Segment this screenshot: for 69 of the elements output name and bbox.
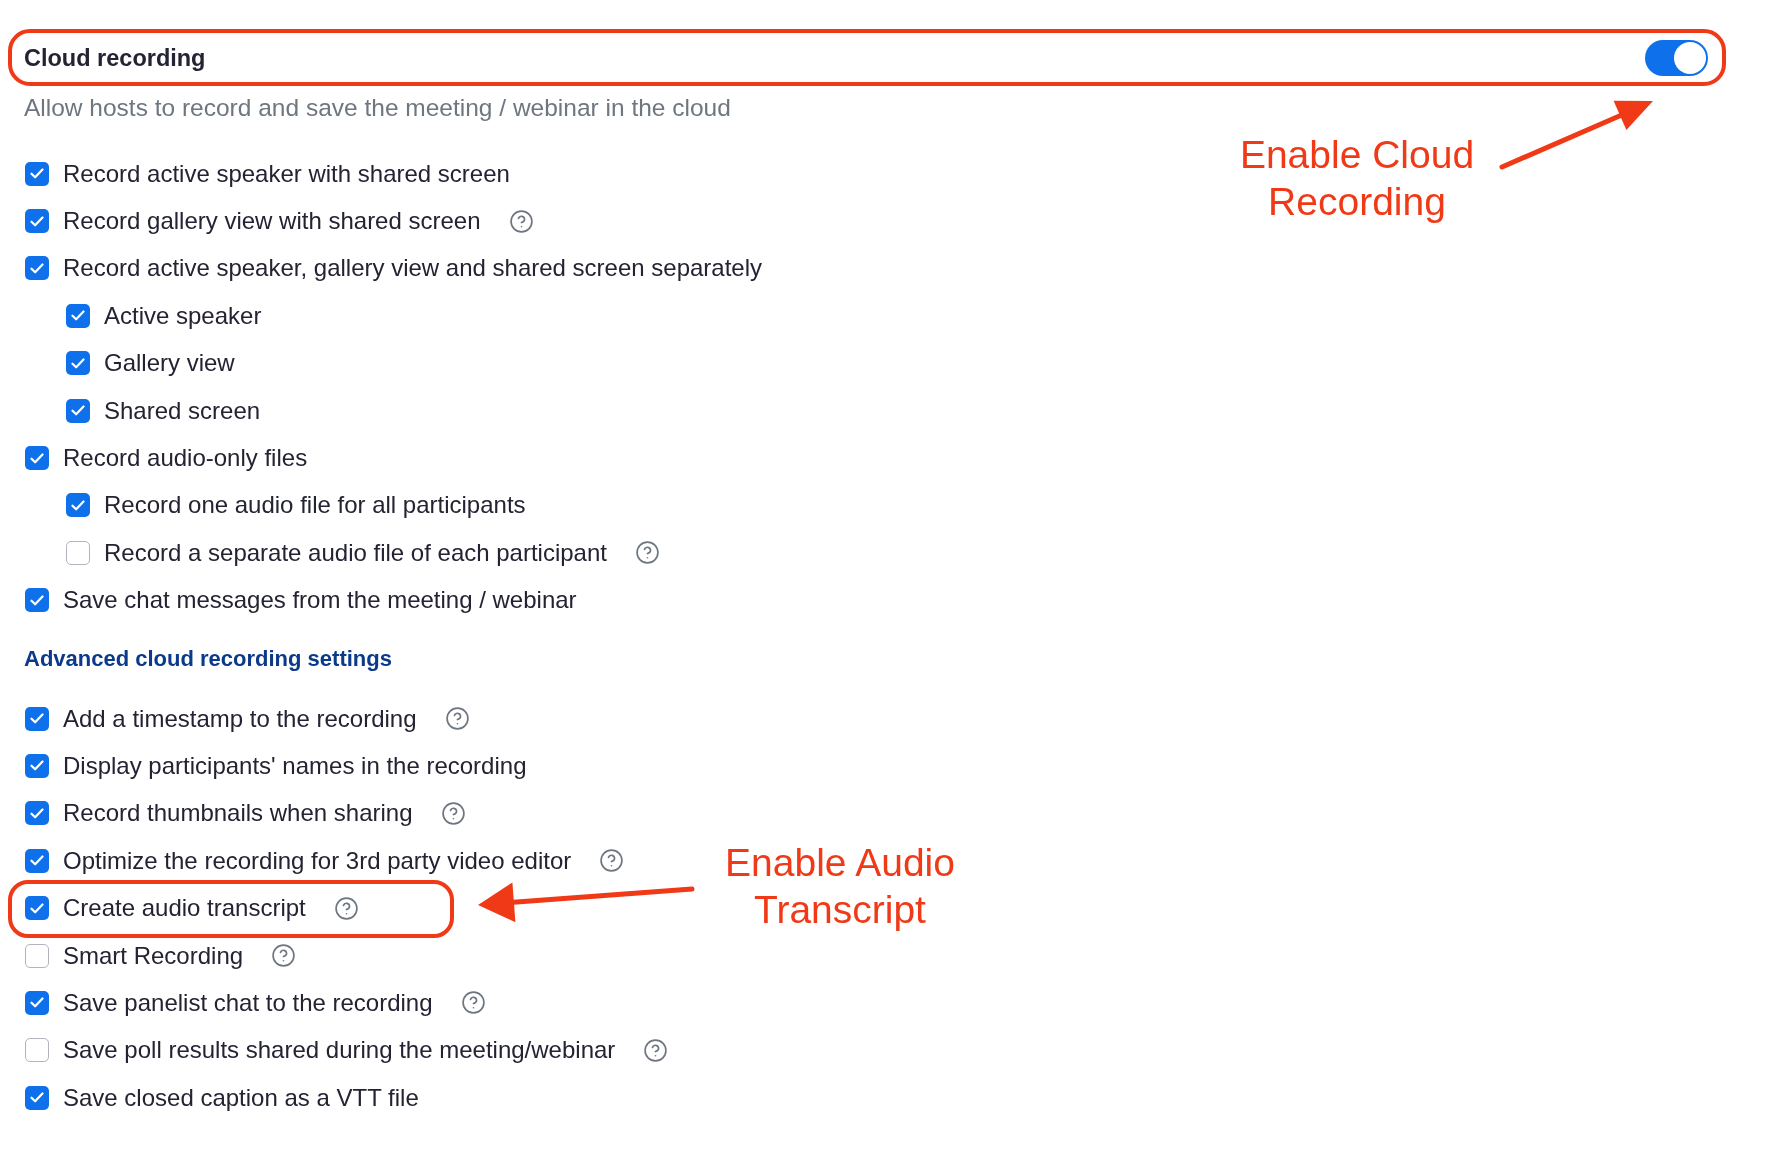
- toggle-switch[interactable]: [1645, 39, 1708, 76]
- help-icon[interactable]: [271, 943, 297, 969]
- checkbox[interactable]: [66, 493, 90, 518]
- checkbox[interactable]: [66, 398, 90, 423]
- check-icon: [30, 262, 44, 274]
- checkbox[interactable]: [25, 161, 49, 186]
- check-icon: [30, 168, 44, 180]
- checkbox[interactable]: [25, 706, 49, 731]
- option-label: Optimize the recording for 3rd party video editor: [63, 845, 572, 876]
- option-label: Create audio transcript: [63, 893, 306, 924]
- option-label: Shared screen: [104, 395, 261, 426]
- checkbox[interactable]: [25, 896, 49, 921]
- annotation-text: Enable Cloud Recording: [1238, 132, 1476, 225]
- option-label: Save poll results shared during the meeting/webinar: [63, 1035, 616, 1066]
- check-icon: [30, 1092, 44, 1104]
- option-label: Record gallery view with shared screen: [63, 206, 481, 237]
- checkbox[interactable]: [25, 209, 49, 234]
- check-icon: [30, 215, 44, 227]
- checkbox[interactable]: [25, 801, 49, 826]
- check-icon: [71, 405, 85, 417]
- check-icon: [71, 499, 85, 511]
- setting-description: Allow hosts to record and save the meeting / webinar in the cloud: [24, 94, 731, 122]
- check-icon: [30, 997, 44, 1009]
- option-label: Record a separate audio file of each participant: [104, 537, 607, 568]
- help-icon[interactable]: [635, 540, 660, 566]
- option-label: Save panelist chat to the recording: [63, 987, 433, 1018]
- help-icon[interactable]: [643, 1037, 669, 1063]
- check-icon: [30, 452, 44, 464]
- check-icon: [71, 310, 85, 322]
- checkbox[interactable]: [25, 256, 49, 281]
- checkbox[interactable]: [66, 351, 90, 376]
- option-label: Gallery view: [104, 348, 235, 379]
- check-icon: [30, 760, 44, 772]
- help-icon[interactable]: [444, 706, 470, 732]
- option-label: Save closed caption as a VTT file: [63, 1082, 419, 1113]
- help-icon[interactable]: [599, 848, 625, 874]
- checkbox[interactable]: [25, 943, 49, 968]
- help-icon[interactable]: [460, 990, 486, 1016]
- option-label: Active speaker: [104, 300, 262, 331]
- option-label: Record one audio file for all participants: [104, 490, 526, 521]
- section-heading: Advanced cloud recording settings: [24, 644, 392, 673]
- checkbox[interactable]: [25, 1038, 49, 1063]
- checkbox[interactable]: [25, 1085, 49, 1110]
- option-label: Smart Recording: [63, 940, 244, 971]
- check-icon: [30, 594, 44, 606]
- checkbox[interactable]: [25, 588, 49, 613]
- option-label: Record active speaker with shared screen: [63, 158, 510, 189]
- checkbox[interactable]: [25, 754, 49, 778]
- help-icon[interactable]: [440, 800, 466, 826]
- option-label: Add a timestamp to the recording: [63, 703, 417, 734]
- check-icon: [30, 902, 44, 914]
- checkbox[interactable]: [66, 303, 90, 328]
- option-label: Save chat messages from the meeting / webinar: [63, 585, 577, 616]
- check-icon: [71, 357, 85, 369]
- option-label: Record thumbnails when sharing: [63, 798, 413, 829]
- check-icon: [30, 855, 44, 867]
- annotation-text: Enable Audio Transcript: [724, 840, 956, 934]
- help-icon[interactable]: [508, 208, 534, 234]
- check-icon: [30, 807, 44, 819]
- option-label: Record audio-only files: [63, 443, 308, 474]
- checkbox[interactable]: [66, 540, 90, 565]
- checkbox[interactable]: [25, 848, 49, 873]
- check-icon: [30, 713, 44, 725]
- option-label: Record active speaker, gallery view and shared screen separately: [63, 253, 763, 284]
- option-label: Display participants' names in the recording: [63, 751, 527, 781]
- checkbox[interactable]: [25, 446, 49, 471]
- help-icon[interactable]: [333, 895, 359, 921]
- setting-title: Cloud recording: [24, 43, 206, 73]
- checkbox[interactable]: [25, 990, 49, 1015]
